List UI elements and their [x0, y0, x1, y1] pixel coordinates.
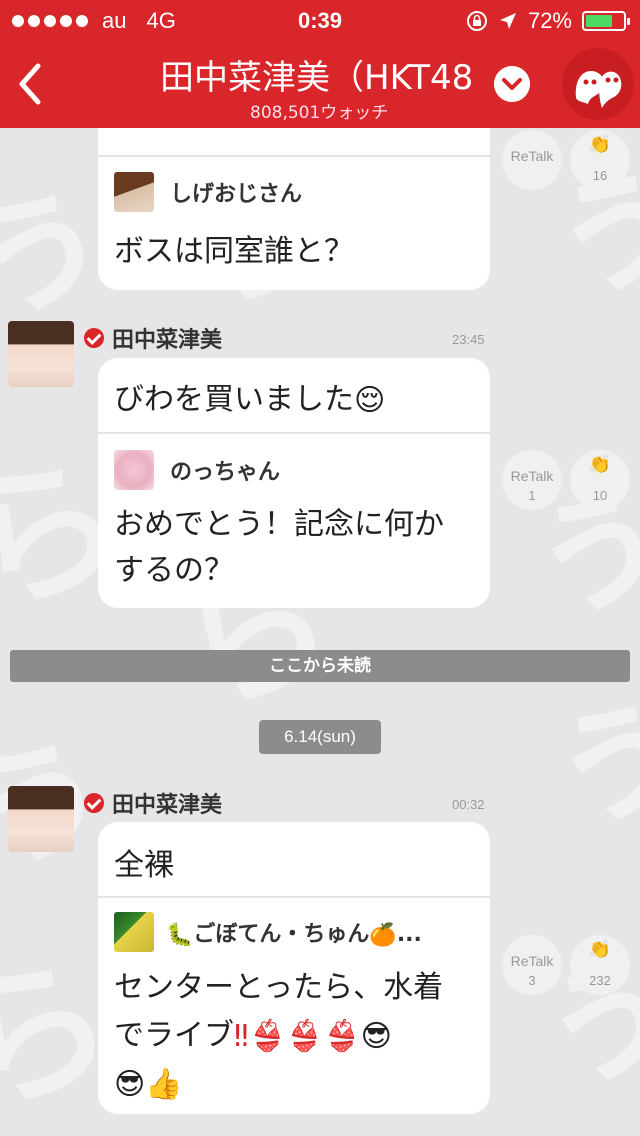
rotation-lock-icon — [466, 11, 487, 31]
reply-text: おめでとう！記念に何か するの？ — [114, 507, 444, 588]
sunglasses-face-icon: 😎 — [114, 1067, 146, 1102]
ghost-mascot-icon[interactable] — [562, 48, 634, 120]
avatar — [114, 912, 154, 952]
retalk-button[interactable]: ReTalk 3 — [502, 935, 562, 995]
clap-button[interactable]: 👏 232 — [570, 935, 630, 995]
talk-bubble[interactable]: 全裸 🐛ごぼてん・ちゅん🍊... センターとったら、水着 でライブ‼👙👙👙😎 😎… — [98, 822, 490, 1114]
clap-count: 232 — [589, 973, 611, 988]
verified-icon — [84, 328, 104, 348]
battery-icon — [582, 11, 630, 31]
clap-icon: 👏 — [588, 134, 612, 154]
talk-bubble-top[interactable]: しげおじさん ボスは同室誰と？ — [98, 128, 490, 290]
bikini-icon: 👙 — [285, 1018, 324, 1054]
location-arrow-icon — [499, 13, 516, 29]
reply-username: のっちゃん — [170, 460, 281, 485]
clap-count: 16 — [592, 168, 608, 183]
tangerine-icon: 🍊 — [369, 922, 397, 948]
bikini-icon: 👙 — [323, 1018, 361, 1054]
page-title: 田中菜津美（HKT48 — [160, 58, 474, 98]
avatar[interactable] — [8, 321, 74, 387]
post-time: 00:32 — [452, 797, 485, 812]
chevron-down-icon[interactable] — [494, 66, 530, 102]
avatar — [114, 172, 154, 212]
status-bar: au 4G 0:39 72% — [0, 0, 640, 40]
poster-name[interactable]: 田中菜津美 — [84, 787, 222, 819]
clap-button[interactable]: 👏 16 — [570, 130, 630, 190]
reply-username: しげおじさん — [170, 182, 303, 207]
talk-bubble[interactable]: びわを買いました😌 のっちゃん おめでとう！記念に何か するの？ — [98, 358, 490, 608]
sleepy-face-icon: 😌 — [354, 383, 386, 418]
reply-text: ボスは同室誰と？ — [114, 234, 354, 269]
battery-percent: 72% — [527, 8, 572, 33]
retalk-button[interactable]: ReTalk — [502, 130, 562, 190]
retalk-count: 1 — [528, 488, 536, 503]
watch-count: 808,501ウォッチ — [250, 103, 389, 123]
poster-name[interactable]: 田中菜津美 — [84, 322, 222, 354]
sunglasses-face-icon: 😎 — [360, 1018, 392, 1054]
back-button[interactable] — [8, 54, 52, 114]
talk-text: 全裸 — [114, 848, 174, 883]
caterpillar-icon: 🐛 — [166, 922, 194, 948]
clap-count: 10 — [592, 488, 608, 503]
date-label: 6.14(sun) — [259, 720, 381, 754]
verified-icon — [84, 793, 104, 813]
unread-divider: ここから未読 — [10, 650, 630, 682]
avatar[interactable] — [8, 786, 74, 852]
retalk-count: 3 — [528, 973, 536, 988]
post-time: 23:45 — [452, 332, 485, 347]
reply-username: 🐛ごぼてん・ちゅん🍊... — [166, 922, 422, 948]
talk-text: びわを買いました😌 — [114, 382, 386, 418]
chat-header: 田中菜津美（HKT48 808,501ウォッチ — [0, 40, 640, 128]
bikini-icon: 👙 — [248, 1018, 286, 1054]
retalk-button[interactable]: ReTalk 1 — [502, 450, 562, 510]
clap-icon: 👏 — [588, 939, 612, 959]
double-exclamation-icon: ‼ — [234, 1018, 249, 1054]
reply-text: センターとったら、水着 でライブ‼👙👙👙😎 😎👍 — [114, 964, 443, 1109]
clap-icon: 👏 — [588, 454, 612, 474]
clap-button[interactable]: 👏 10 — [570, 450, 630, 510]
avatar — [114, 450, 154, 490]
thumbs-up-icon: 👍 — [145, 1067, 183, 1102]
